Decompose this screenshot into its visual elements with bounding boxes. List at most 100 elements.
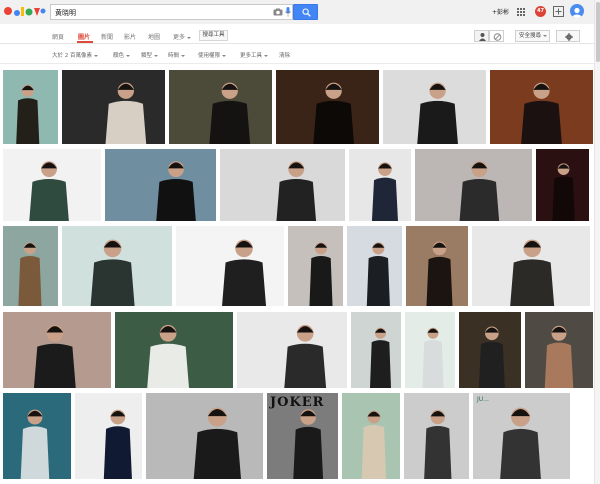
portrait-image xyxy=(536,149,589,221)
portrait-image xyxy=(3,393,71,479)
filter-usage-rights-label: 使用權限 xyxy=(198,53,221,59)
portrait-image xyxy=(115,312,233,388)
image-result-thumbnail[interactable] xyxy=(169,70,272,144)
image-result-thumbnail[interactable]: JU... xyxy=(473,393,570,479)
safesearch-label: 安全搜尋 xyxy=(519,33,542,39)
portrait-image xyxy=(473,393,570,479)
portrait-image xyxy=(472,226,590,306)
image-result-thumbnail[interactable] xyxy=(62,70,165,144)
view-toggle-person[interactable] xyxy=(474,30,489,42)
chevron-down-icon xyxy=(187,36,192,39)
tab-news[interactable]: 新聞 xyxy=(101,32,113,41)
active-tab-indicator xyxy=(77,41,93,43)
tab-more[interactable]: 更多 xyxy=(173,32,192,41)
image-result-thumbnail[interactable] xyxy=(3,226,58,306)
notification-badge[interactable]: 47 xyxy=(535,6,546,17)
portrait-image xyxy=(3,226,58,306)
filter-type[interactable]: 類型 xyxy=(141,51,159,59)
camera-icon[interactable] xyxy=(273,8,283,16)
image-result-thumbnail[interactable] xyxy=(347,226,402,306)
google-logo[interactable] xyxy=(3,3,47,21)
filter-color-label: 顏色 xyxy=(113,53,125,59)
portrait-image xyxy=(105,149,216,221)
image-result-thumbnail[interactable] xyxy=(176,226,284,306)
vertical-scrollbar[interactable] xyxy=(594,0,600,484)
image-result-thumbnail[interactable] xyxy=(3,312,111,388)
filter-more-tools[interactable]: 更多工具 xyxy=(240,51,269,59)
tab-videos[interactable]: 影片 xyxy=(124,32,136,41)
tab-images[interactable]: 圖片 xyxy=(78,32,90,41)
portrait-image xyxy=(3,70,58,144)
image-result-thumbnail[interactable] xyxy=(459,312,521,388)
apps-grid-icon[interactable] xyxy=(517,8,525,16)
portrait-image xyxy=(169,70,272,144)
portrait-image xyxy=(62,70,165,144)
microphone-icon[interactable] xyxy=(285,7,291,17)
image-result-thumbnail[interactable] xyxy=(351,312,401,388)
image-result-thumbnail[interactable] xyxy=(3,149,101,221)
image-result-thumbnail[interactable]: JOKER xyxy=(267,393,338,479)
avatar[interactable] xyxy=(570,4,584,18)
portrait-image xyxy=(288,226,343,306)
portrait-image xyxy=(146,393,263,479)
search-button[interactable] xyxy=(293,4,318,20)
portrait-image xyxy=(405,312,455,388)
image-result-thumbnail[interactable] xyxy=(237,312,347,388)
filter-usage-rights[interactable]: 使用權限 xyxy=(198,51,227,59)
share-plus-icon[interactable] xyxy=(553,6,564,17)
filter-time-label: 時間 xyxy=(168,53,180,59)
image-result-thumbnail[interactable] xyxy=(383,70,486,144)
image-result-thumbnail[interactable] xyxy=(406,226,468,306)
image-result-thumbnail[interactable] xyxy=(525,312,593,388)
filter-color[interactable]: 顏色 xyxy=(113,51,131,59)
image-result-thumbnail[interactable] xyxy=(288,226,343,306)
filter-size[interactable]: 大於 2 百萬像素 xyxy=(52,51,98,59)
chevron-down-icon xyxy=(154,54,159,57)
image-result-thumbnail[interactable] xyxy=(105,149,216,221)
user-name-link[interactable]: +彭彬 xyxy=(492,7,509,16)
portrait-image xyxy=(383,70,486,144)
view-toggle-safe[interactable] xyxy=(489,30,504,42)
image-result-thumbnail[interactable] xyxy=(490,70,593,144)
chevron-down-icon xyxy=(543,34,548,37)
portrait-image xyxy=(406,226,468,306)
search-box[interactable] xyxy=(50,4,293,20)
image-result-thumbnail[interactable] xyxy=(415,149,532,221)
portrait-image xyxy=(351,312,401,388)
portrait-image xyxy=(176,226,284,306)
image-result-thumbnail[interactable] xyxy=(349,149,411,221)
image-result-thumbnail[interactable] xyxy=(276,70,379,144)
portrait-image xyxy=(525,312,593,388)
portrait-image xyxy=(237,312,347,388)
image-result-thumbnail[interactable] xyxy=(536,149,589,221)
search-tools-button[interactable]: 搜尋工具 xyxy=(199,30,228,41)
settings-button[interactable] xyxy=(556,30,580,42)
portrait-image xyxy=(3,312,111,388)
filter-clear[interactable]: 清除 xyxy=(279,51,290,59)
image-result-thumbnail[interactable] xyxy=(472,226,590,306)
image-result-thumbnail[interactable] xyxy=(75,393,142,479)
scrollbar-thumb[interactable] xyxy=(596,2,600,62)
image-result-thumbnail[interactable] xyxy=(3,393,71,479)
image-result-thumbnail[interactable] xyxy=(342,393,400,479)
tab-web[interactable]: 網頁 xyxy=(52,32,64,41)
filter-time[interactable]: 時間 xyxy=(168,51,186,59)
poster-title-text: JOKER xyxy=(270,395,325,410)
image-result-thumbnail[interactable] xyxy=(404,393,469,479)
search-input[interactable] xyxy=(55,6,255,19)
chevron-down-icon xyxy=(94,54,98,57)
portrait-image xyxy=(276,70,379,144)
image-result-thumbnail[interactable] xyxy=(115,312,233,388)
image-result-thumbnail[interactable] xyxy=(146,393,263,479)
portrait-image xyxy=(75,393,142,479)
portrait-image xyxy=(220,149,345,221)
chevron-down-icon xyxy=(222,54,227,57)
image-result-thumbnail[interactable] xyxy=(3,70,58,144)
portrait-image xyxy=(342,393,400,479)
image-result-thumbnail[interactable] xyxy=(405,312,455,388)
tab-maps[interactable]: 地圖 xyxy=(148,32,160,41)
safesearch-dropdown[interactable]: 安全搜尋 xyxy=(515,30,550,42)
portrait-image xyxy=(415,149,532,221)
image-result-thumbnail[interactable] xyxy=(62,226,172,306)
image-result-thumbnail[interactable] xyxy=(220,149,345,221)
